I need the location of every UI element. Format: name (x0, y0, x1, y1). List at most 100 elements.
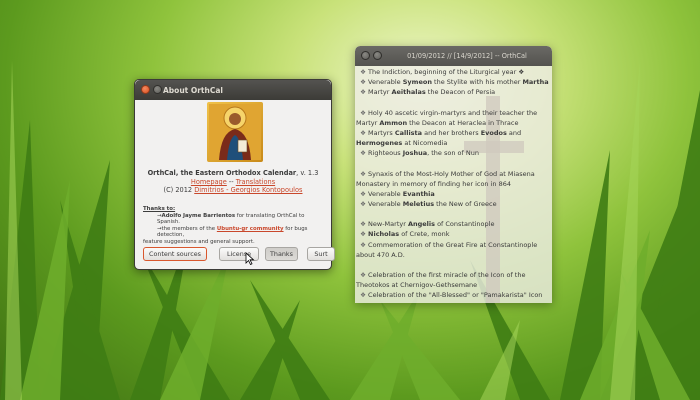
about-titlebar[interactable]: About OrthCal (135, 80, 331, 100)
bullet-icon: ❖ (356, 169, 369, 178)
entry-text: and her brothers (422, 128, 481, 137)
bullet-icon: ❖ (356, 149, 369, 158)
thanks-button[interactable]: Thanks (265, 247, 298, 261)
copyright-prefix: (C) 2012 (163, 186, 195, 194)
saint-name: Callista (394, 128, 423, 137)
saint-name: Evodos (480, 128, 507, 137)
list-item: ❖ Holy 40 ascetic virgin-martyrs and the… (356, 108, 550, 128)
grass-wallpaper (0, 60, 700, 400)
saint-name: Nicholas (368, 230, 400, 239)
list-item: ❖ New-Martyr Angelis of Constantinople (356, 219, 552, 229)
entry-text: of Constantinople (435, 220, 495, 229)
app-name-bold: OrthCal, the Eastern Orthodox Calendar (147, 169, 297, 177)
ubuntu-gr-link[interactable]: Ubuntu-gr community (217, 226, 284, 232)
copyright-line: (C) 2012 Dimitrios - Georgios Kontopoulo… (135, 186, 331, 194)
orthcal-title: 01/09/2012 // [14/9/2012] -- OrthCal (407, 52, 527, 60)
orthcal-titlebar[interactable]: 01/09/2012 // [14/9/2012] -- OrthCal (355, 46, 552, 66)
list-item: ❖ Righteous Joshua, the son of Nun (356, 148, 552, 158)
list-item: ❖ The Indiction, beginning of the Liturg… (356, 67, 552, 77)
close-icon[interactable] (361, 51, 370, 60)
entry-text: the Deacon at Heraclea in Thrace (407, 118, 519, 127)
entry-text: Martyrs (368, 128, 395, 137)
entry-text: the New of Greece (434, 200, 497, 208)
minimize-icon[interactable] (373, 51, 382, 60)
bullet-icon: ❖ (356, 220, 369, 229)
content-sources-button[interactable]: Content sources (143, 247, 207, 261)
about-title: About OrthCal (163, 85, 223, 95)
close-icon[interactable] (141, 85, 150, 94)
list-item: ❖ Nicholas of Crete, monk (356, 229, 552, 239)
entry-text: the Stylite with his mother (431, 78, 523, 87)
bullet-icon: ❖ (356, 78, 369, 87)
saint-name: Martha (522, 78, 549, 87)
author-link[interactable]: Dimitrios - Georgios Kontopoulos (194, 186, 302, 194)
list-item: ❖ Synaxis of the Most-Holy Mother of God… (356, 169, 550, 189)
thanks-2-prefix: →the members of the (157, 225, 217, 232)
homepage-link[interactable]: Homepage (191, 178, 227, 186)
bullet-icon: ❖ (356, 128, 369, 137)
entry-text: Celebration of the "All-Blessed" or "Pam… (356, 291, 543, 303)
orthcal-window: 01/09/2012 // [14/9/2012] -- OrthCal ❖ T… (355, 46, 552, 303)
entry-text: and (506, 128, 522, 137)
bullet-icon: ❖ (356, 271, 369, 280)
thanks-1-name: Adolfo Jayme Barrientos (161, 212, 236, 219)
saint-name: Ammon (379, 118, 408, 127)
saint-name: Evanthia (402, 189, 435, 198)
bullet-icon: ❖ (356, 189, 369, 198)
mouse-cursor-icon (245, 252, 255, 265)
thanks-line-3: feature suggestions and general support. (143, 238, 255, 245)
saint-name: Meletius (402, 200, 435, 208)
link-separator: -- (226, 178, 236, 186)
entry-text: Righteous (368, 149, 403, 158)
app-name: OrthCal, the Eastern Orthodox Calendar, … (135, 169, 331, 177)
entry-text: Synaxis of the Most-Holy Mother of God a… (356, 169, 535, 188)
bullet-icon: ❖ (356, 240, 369, 249)
saint-name: Symeon (402, 78, 432, 87)
entry-text: Venerable (368, 78, 403, 87)
entry-text: , the son of Nun (427, 149, 479, 158)
entry-text: Commemoration of the Great Fire at Const… (356, 240, 538, 259)
button-row: Content sources License Thanks Surt (135, 247, 335, 263)
thanks-heading: Thanks to: (143, 206, 176, 212)
saint-name: Hermogenes (356, 139, 403, 148)
entry-text: New-Martyr (368, 220, 408, 229)
saint-name: Angelis (407, 220, 435, 229)
list-item: ❖ Martyrs Callista and her brothers Evod… (356, 128, 550, 148)
feast-list: ❖ The Indiction, beginning of the Liturg… (356, 67, 552, 303)
list-item: ❖ Celebration of the "All-Blessed" or "P… (356, 290, 550, 303)
list-item: ❖ Celebration of the first miracle of th… (356, 270, 550, 290)
entry-text: of Crete, monk (399, 230, 450, 239)
thanks-section: Thanks to: →Adolfo Jayme Barrientos for … (143, 206, 328, 246)
entry-text: at Nicomedia (402, 139, 448, 148)
bullet-icon: ❖ (356, 200, 369, 208)
surt-button[interactable]: Surt (307, 247, 335, 261)
list-item: ❖ Venerable Symeon the Stylite with his … (356, 77, 552, 87)
entry-text: The Indiction, beginning of the Liturgic… (368, 68, 517, 76)
minimize-icon[interactable] (153, 85, 162, 94)
entry-text: Martyr (368, 88, 392, 97)
thanks-line-1: →Adolfo Jayme Barrientos for translating… (143, 213, 328, 226)
entry-text: ❖ (516, 68, 525, 76)
bullet-icon: ❖ (356, 291, 369, 300)
thanks-line-2: →the members of the Ubuntu-gr community … (143, 226, 328, 239)
bullet-icon: ❖ (356, 88, 369, 97)
entry-text: the Deacon of Persia (425, 88, 496, 97)
christ-icon (207, 102, 263, 162)
list-item: ❖ Venerable Meletius the New of Greece (356, 199, 552, 209)
entry-text: Venerable (368, 189, 403, 198)
bullet-icon: ❖ (356, 108, 369, 117)
about-dialog: About OrthCal OrthCal, the Eastern Ortho… (134, 79, 335, 270)
translations-link[interactable]: Translations (236, 178, 275, 186)
bullet-icon: ❖ (356, 230, 369, 239)
bullet-icon: ❖ (356, 68, 369, 76)
saint-name: Joshua (402, 149, 428, 158)
list-item: ❖ Venerable Evanthia (356, 189, 552, 199)
list-item: ❖ Martyr Aeithalas the Deacon of Persia (356, 87, 552, 97)
list-item: ❖ Commemoration of the Great Fire at Con… (356, 240, 550, 260)
links-row: Homepage -- Translations (135, 178, 331, 186)
app-version: , v. 1.3 (296, 169, 319, 177)
